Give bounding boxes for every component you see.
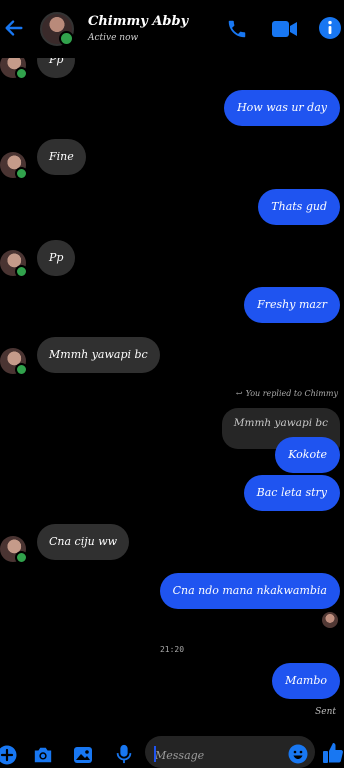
- online-indicator: [15, 265, 28, 278]
- outgoing-message[interactable]: Thats gud: [258, 189, 340, 225]
- outgoing-message[interactable]: Cna ndo mana nkakwambia: [159, 573, 340, 609]
- online-indicator: [59, 31, 74, 46]
- plus-icon[interactable]: [0, 745, 17, 765]
- contact-avatar[interactable]: [40, 12, 74, 46]
- reply-indicator: ↩ You replied to Chimmy: [236, 389, 338, 398]
- video-camera-icon[interactable]: [272, 20, 298, 38]
- reply-arrow-icon: ↩: [235, 389, 243, 398]
- thumbs-up-icon[interactable]: [322, 742, 344, 764]
- incoming-message[interactable]: Pp: [37, 240, 76, 276]
- info-icon[interactable]: [318, 16, 342, 40]
- image-icon[interactable]: [73, 745, 93, 765]
- outgoing-message[interactable]: Kokote: [275, 437, 340, 473]
- microphone-icon[interactable]: [114, 744, 134, 764]
- contact-status: Active now: [88, 33, 139, 43]
- sender-avatar[interactable]: [0, 250, 28, 278]
- camera-icon[interactable]: [33, 745, 53, 765]
- chat-header: Chimmy Abby Active now: [0, 0, 344, 58]
- online-indicator: [15, 167, 28, 180]
- seen-avatar: [322, 612, 338, 628]
- outgoing-message[interactable]: How was ur day: [224, 90, 340, 126]
- sender-avatar[interactable]: [0, 152, 28, 180]
- sent-status: Sent: [315, 707, 336, 717]
- online-indicator: [15, 67, 28, 80]
- contact-name[interactable]: Chimmy Abby: [88, 14, 188, 29]
- incoming-message[interactable]: Cna ciju ww: [37, 524, 130, 560]
- phone-icon[interactable]: [226, 18, 248, 40]
- sender-avatar[interactable]: [0, 536, 28, 564]
- reply-label-text: You replied to Chimmy: [245, 389, 338, 398]
- outgoing-message[interactable]: Mambo: [272, 663, 340, 699]
- back-arrow-icon[interactable]: [3, 17, 25, 39]
- online-indicator: [15, 551, 28, 564]
- outgoing-message[interactable]: Bac leta stry: [243, 475, 340, 511]
- sender-avatar[interactable]: [0, 348, 28, 376]
- outgoing-message[interactable]: Freshy mazr: [244, 287, 340, 323]
- online-indicator: [15, 363, 28, 376]
- message-timestamp: 21:20: [159, 645, 185, 654]
- text-cursor: [154, 746, 156, 762]
- emoji-icon[interactable]: [288, 744, 308, 764]
- incoming-message[interactable]: Fine: [37, 139, 86, 175]
- incoming-message[interactable]: Mmmh yawapi bc: [37, 337, 160, 373]
